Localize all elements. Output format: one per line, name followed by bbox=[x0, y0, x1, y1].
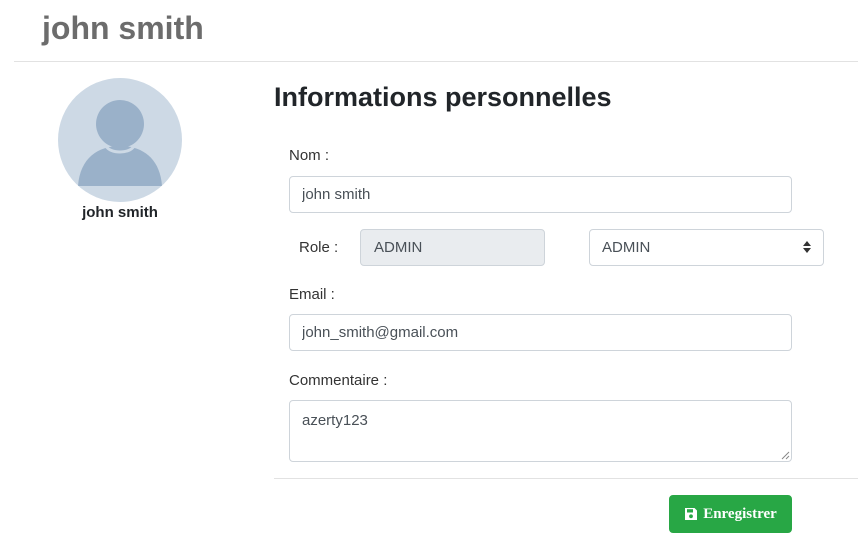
nom-input[interactable] bbox=[289, 176, 792, 213]
resize-grip-icon[interactable] bbox=[781, 451, 790, 460]
role-current-field: ADMIN bbox=[360, 229, 545, 266]
save-button[interactable]: Enregistrer bbox=[669, 495, 792, 533]
commentaire-textarea[interactable] bbox=[289, 400, 792, 462]
user-avatar-icon bbox=[58, 78, 182, 202]
header-divider bbox=[14, 61, 858, 62]
section-title: Informations personnelles bbox=[274, 82, 612, 112]
form-divider bbox=[274, 478, 858, 479]
role-label: Role : bbox=[299, 239, 339, 256]
role-select[interactable]: ADMIN bbox=[589, 229, 824, 266]
nom-label: Nom : bbox=[289, 147, 330, 164]
commentaire-wrapper bbox=[289, 400, 792, 462]
email-input[interactable] bbox=[289, 314, 792, 351]
profile-name: john smith bbox=[82, 204, 158, 221]
role-select-value: ADMIN bbox=[602, 239, 651, 256]
email-label: Email : bbox=[289, 286, 335, 303]
page-title: john smith bbox=[42, 10, 204, 46]
commentaire-label: Commentaire : bbox=[289, 372, 388, 389]
save-button-label: Enregistrer bbox=[703, 505, 777, 522]
floppy-disk-icon bbox=[685, 508, 698, 520]
sort-arrows-icon bbox=[803, 241, 811, 253]
